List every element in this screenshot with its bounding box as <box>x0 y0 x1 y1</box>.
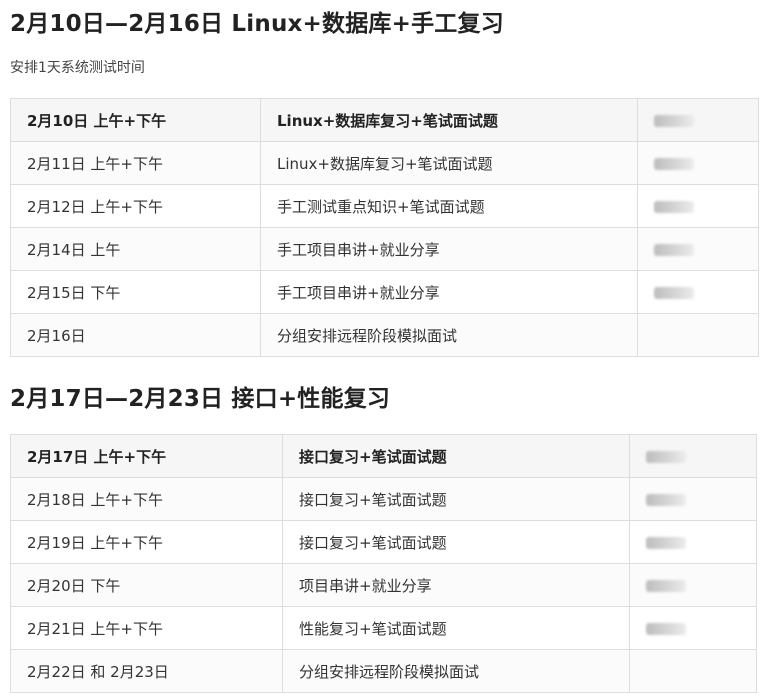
teacher-cell <box>629 520 757 564</box>
redacted-name <box>654 200 694 213</box>
table-row: 2月11日 上午+下午 Linux+数据库复习+笔试面试题 <box>10 141 759 185</box>
section2-table: 2月17日 上午+下午 接口复习+笔试面试题 2月18日 上午+下午 接口复习+… <box>10 434 757 693</box>
date-cell: 2月10日 上午+下午 <box>10 98 261 142</box>
topic-cell: Linux+数据库复习+笔试面试题 <box>260 98 638 142</box>
date-cell: 2月17日 上午+下午 <box>10 434 283 478</box>
redacted-name <box>646 450 686 463</box>
teacher-cell <box>629 649 757 693</box>
table-row: 2月10日 上午+下午 Linux+数据库复习+笔试面试题 <box>10 98 759 142</box>
date-cell: 2月15日 下午 <box>10 270 261 314</box>
date-cell: 2月11日 上午+下午 <box>10 141 261 185</box>
date-cell: 2月20日 下午 <box>10 563 283 607</box>
teacher-cell <box>637 98 759 142</box>
topic-cell: 手工项目串讲+就业分享 <box>260 270 638 314</box>
section1-note: 安排1天系统测试时间 <box>10 60 145 76</box>
table-row: 2月14日 上午 手工项目串讲+就业分享 <box>10 227 759 271</box>
redacted-name <box>646 493 686 506</box>
teacher-cell <box>629 563 757 607</box>
topic-cell: 接口复习+笔试面试题 <box>282 434 630 478</box>
section1-table: 2月10日 上午+下午 Linux+数据库复习+笔试面试题 2月11日 上午+下… <box>10 98 759 357</box>
date-cell: 2月21日 上午+下午 <box>10 606 283 650</box>
table-row: 2月16日 分组安排远程阶段模拟面试 <box>10 313 759 357</box>
topic-cell: 项目串讲+就业分享 <box>282 563 630 607</box>
topic-cell: 手工项目串讲+就业分享 <box>260 227 638 271</box>
topic-cell: 手工测试重点知识+笔试面试题 <box>260 184 638 228</box>
teacher-cell <box>637 227 759 271</box>
redacted-name <box>646 622 686 635</box>
teacher-cell <box>629 606 757 650</box>
date-cell: 2月14日 上午 <box>10 227 261 271</box>
redacted-name <box>654 243 694 256</box>
teacher-cell <box>637 184 759 228</box>
date-cell: 2月12日 上午+下午 <box>10 184 261 228</box>
date-cell: 2月16日 <box>10 313 261 357</box>
schedule-page: 2月10日—2月16日 Linux+数据库+手工复习 安排1天系统测试时间 2月… <box>0 0 760 697</box>
section2-title: 2月17日—2月23日 接口+性能复习 <box>10 386 391 412</box>
redacted-name <box>646 536 686 549</box>
teacher-cell <box>637 141 759 185</box>
section1-title: 2月10日—2月16日 Linux+数据库+手工复习 <box>10 11 504 37</box>
topic-cell: 接口复习+笔试面试题 <box>282 520 630 564</box>
date-cell: 2月22日 和 2月23日 <box>10 649 283 693</box>
table-row: 2月19日 上午+下午 接口复习+笔试面试题 <box>10 520 757 564</box>
topic-cell: 分组安排远程阶段模拟面试 <box>260 313 638 357</box>
date-cell: 2月18日 上午+下午 <box>10 477 283 521</box>
teacher-cell <box>629 434 757 478</box>
table-row: 2月18日 上午+下午 接口复习+笔试面试题 <box>10 477 757 521</box>
table-row: 2月22日 和 2月23日 分组安排远程阶段模拟面试 <box>10 649 757 693</box>
topic-cell: 性能复习+笔试面试题 <box>282 606 630 650</box>
redacted-name <box>654 114 694 127</box>
teacher-cell <box>629 477 757 521</box>
topic-cell: 接口复习+笔试面试题 <box>282 477 630 521</box>
redacted-name <box>654 157 694 170</box>
topic-cell: Linux+数据库复习+笔试面试题 <box>260 141 638 185</box>
redacted-name <box>646 579 686 592</box>
table-row: 2月12日 上午+下午 手工测试重点知识+笔试面试题 <box>10 184 759 228</box>
date-cell: 2月19日 上午+下午 <box>10 520 283 564</box>
teacher-cell <box>637 270 759 314</box>
redacted-name <box>654 286 694 299</box>
topic-cell: 分组安排远程阶段模拟面试 <box>282 649 630 693</box>
table-row: 2月15日 下午 手工项目串讲+就业分享 <box>10 270 759 314</box>
teacher-cell <box>637 313 759 357</box>
table-row: 2月20日 下午 项目串讲+就业分享 <box>10 563 757 607</box>
table-row: 2月17日 上午+下午 接口复习+笔试面试题 <box>10 434 757 478</box>
table-row: 2月21日 上午+下午 性能复习+笔试面试题 <box>10 606 757 650</box>
